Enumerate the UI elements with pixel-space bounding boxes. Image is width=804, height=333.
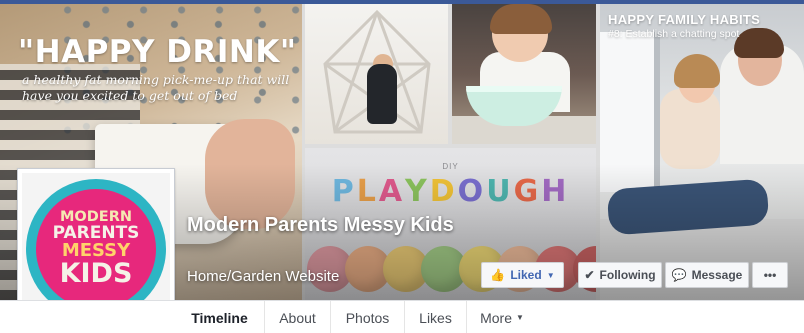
playdough-letter: D: [429, 174, 458, 209]
diy-kicker: DIY: [442, 162, 459, 171]
playdough-letter: A: [378, 174, 406, 209]
message-label: Message: [691, 268, 743, 282]
playdough-letter: Y: [405, 174, 430, 209]
chevron-down-icon: ▼: [546, 270, 555, 280]
window: [600, 32, 660, 192]
chevron-down-icon: ▼: [515, 313, 524, 322]
following-button[interactable]: ✔ Following: [578, 262, 662, 288]
thumbs-up-icon: 👍: [490, 268, 506, 282]
message-bubble-icon: 💬: [671, 268, 687, 282]
logo-line-kids: KIDS: [59, 258, 133, 290]
cover-panel-family-habits: HAPPY FAMILY HABITS #8: Establish a chat…: [600, 4, 804, 300]
tab-photos[interactable]: Photos: [331, 301, 405, 333]
more-options-button[interactable]: •••: [752, 262, 788, 288]
playdough-letter: U: [486, 174, 514, 209]
tab-more[interactable]: More ▼: [467, 301, 537, 333]
page-category[interactable]: Home/Garden Website: [187, 268, 339, 285]
tab-timeline[interactable]: Timeline: [175, 301, 265, 333]
tab-label: Likes: [419, 309, 452, 326]
playdough-letter: P: [331, 174, 357, 209]
family-habits-heading: HAPPY FAMILY HABITS: [608, 12, 761, 27]
message-button[interactable]: 💬 Message: [665, 262, 749, 288]
happy-drink-subtitle: a healthy fat morning pick-me-up that wi…: [22, 72, 290, 103]
logo-disc: MODERN PARENTS MESSY KIDS: [36, 189, 156, 309]
tab-label: About: [279, 309, 316, 326]
family-habits-subheading: #8: Establish a chatting spot: [608, 28, 740, 40]
profile-logo: MODERN PARENTS MESSY KIDS: [22, 173, 170, 321]
tab-label: Timeline: [191, 309, 248, 326]
tab-about[interactable]: About: [265, 301, 331, 333]
playdough-letter: G: [513, 174, 542, 209]
more-dots-icon: •••: [763, 268, 777, 282]
logo-ring: MODERN PARENTS MESSY KIDS: [26, 179, 166, 319]
check-icon: ✔: [584, 268, 595, 282]
following-label: Following: [599, 268, 656, 282]
happy-drink-title: "HAPPY DRINK": [18, 34, 297, 70]
playdough-title: PLAYDOUGH: [305, 174, 596, 209]
cover-panel-child-bowl: [452, 4, 596, 144]
page-nav-bar: Timeline About Photos Likes More ▼: [0, 300, 804, 333]
liked-button[interactable]: 👍 Liked ▼: [481, 262, 564, 288]
playdough-letter: L: [356, 174, 379, 209]
playdough-letter: O: [457, 174, 487, 209]
cover-panel-geodesic-dome: [305, 4, 448, 144]
liked-label: Liked: [510, 268, 542, 282]
child-hair: [490, 4, 552, 34]
tab-label: More: [480, 309, 512, 326]
tab-label: Photos: [345, 309, 390, 326]
playdough-letter: H: [541, 174, 570, 209]
facebook-page-header: "HAPPY DRINK" a healthy fat morning pick…: [0, 0, 804, 333]
child-figure: [367, 64, 397, 124]
page-title[interactable]: Modern Parents Messy Kids: [187, 213, 477, 238]
mother-hair: [734, 28, 784, 58]
tab-likes[interactable]: Likes: [405, 301, 467, 333]
girl-hair: [674, 54, 720, 88]
